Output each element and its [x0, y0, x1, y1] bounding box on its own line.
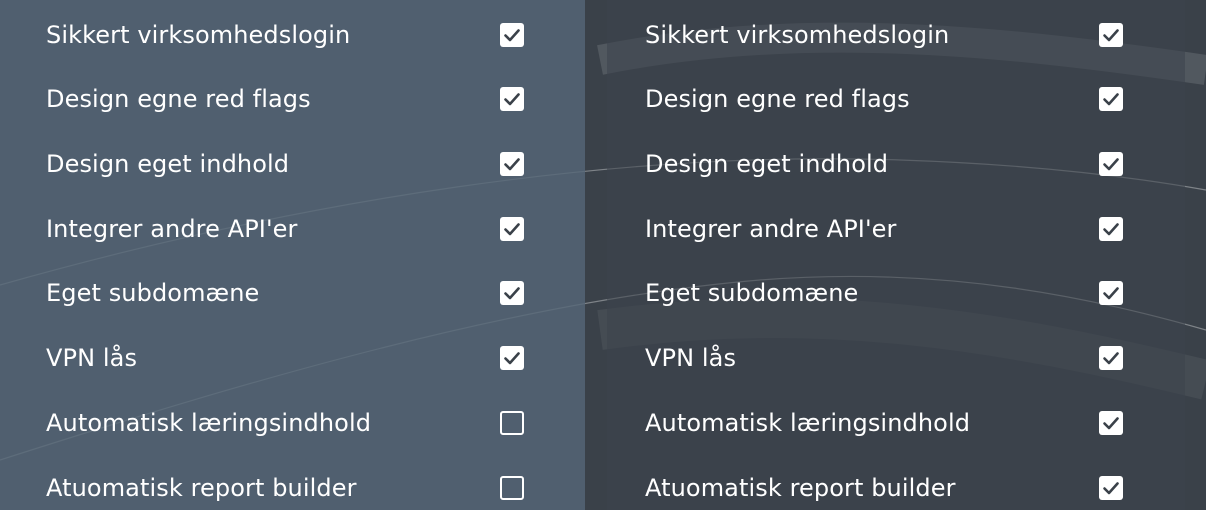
feature-checkbox[interactable] — [500, 281, 524, 305]
checkmark-icon — [504, 223, 520, 236]
feature-row: Automatisk læringsindhold — [607, 391, 1185, 455]
feature-row: Eget subdomæne — [607, 261, 1185, 325]
feature-label: VPN lås — [46, 344, 138, 372]
feature-label: Sikkert virksomhedslogin — [645, 21, 950, 49]
feature-label: Sikkert virksomhedslogin — [46, 21, 351, 49]
feature-label: Integrer andre API'er — [46, 215, 298, 243]
feature-checkbox[interactable] — [500, 152, 524, 176]
feature-checkbox[interactable] — [1099, 281, 1123, 305]
feature-checkbox[interactable] — [500, 217, 524, 241]
feature-label: Design eget indhold — [46, 150, 290, 178]
feature-label: Eget subdomæne — [645, 279, 859, 307]
feature-row: Integrer andre API'er — [607, 197, 1185, 261]
checkmark-icon — [1103, 223, 1119, 236]
checkmark-icon — [1103, 158, 1119, 171]
feature-checkbox[interactable] — [500, 87, 524, 111]
feature-checkbox[interactable] — [1099, 217, 1123, 241]
feature-row: Design eget indhold — [0, 132, 585, 196]
checkmark-icon — [504, 158, 520, 171]
feature-label: Automatisk læringsindhold — [46, 409, 372, 437]
checkmark-icon — [1103, 287, 1119, 300]
feature-row: Design eget indhold — [607, 132, 1185, 196]
feature-checkbox[interactable] — [1099, 23, 1123, 47]
right-plan-column: Sikkert virksomhedslogin Design egne red… — [607, 0, 1185, 510]
feature-label: Atuomatisk report builder — [46, 474, 357, 502]
checkmark-icon — [1103, 417, 1119, 430]
feature-checkbox[interactable] — [500, 411, 524, 435]
feature-checkbox[interactable] — [500, 476, 524, 500]
feature-label: Eget subdomæne — [46, 279, 260, 307]
feature-row: Atuomatisk report builder — [607, 456, 1185, 510]
checkmark-icon — [1103, 93, 1119, 106]
checkmark-icon — [1103, 482, 1119, 495]
feature-label: Design egne red flags — [645, 85, 910, 113]
feature-row: Sikkert virksomhedslogin — [0, 3, 585, 67]
feature-row: Eget subdomæne — [0, 261, 585, 325]
checkmark-icon — [504, 29, 520, 42]
checkmark-icon — [1103, 29, 1119, 42]
feature-row: VPN lås — [607, 326, 1185, 390]
feature-row: Integrer andre API'er — [0, 197, 585, 261]
feature-label: Integrer andre API'er — [645, 215, 897, 243]
checkmark-icon — [504, 93, 520, 106]
feature-checkbox[interactable] — [500, 23, 524, 47]
feature-label: Design eget indhold — [645, 150, 889, 178]
feature-label: Atuomatisk report builder — [645, 474, 956, 502]
feature-label: Design egne red flags — [46, 85, 311, 113]
feature-checkbox[interactable] — [1099, 411, 1123, 435]
feature-label: VPN lås — [645, 344, 737, 372]
feature-label: Automatisk læringsindhold — [645, 409, 971, 437]
feature-checkbox[interactable] — [1099, 476, 1123, 500]
feature-checkbox[interactable] — [1099, 152, 1123, 176]
feature-checkbox[interactable] — [1099, 346, 1123, 370]
feature-row: Design egne red flags — [0, 67, 585, 131]
feature-row: VPN lås — [0, 326, 585, 390]
left-plan-column: Sikkert virksomhedslogin Design egne red… — [0, 0, 585, 510]
feature-checkbox[interactable] — [1099, 87, 1123, 111]
feature-row: Design egne red flags — [607, 67, 1185, 131]
feature-row: Sikkert virksomhedslogin — [607, 3, 1185, 67]
checkmark-icon — [504, 352, 520, 365]
checkmark-icon — [504, 287, 520, 300]
feature-row: Automatisk læringsindhold — [0, 391, 585, 455]
feature-row: Atuomatisk report builder — [0, 456, 585, 510]
checkmark-icon — [1103, 352, 1119, 365]
feature-checkbox[interactable] — [500, 346, 524, 370]
